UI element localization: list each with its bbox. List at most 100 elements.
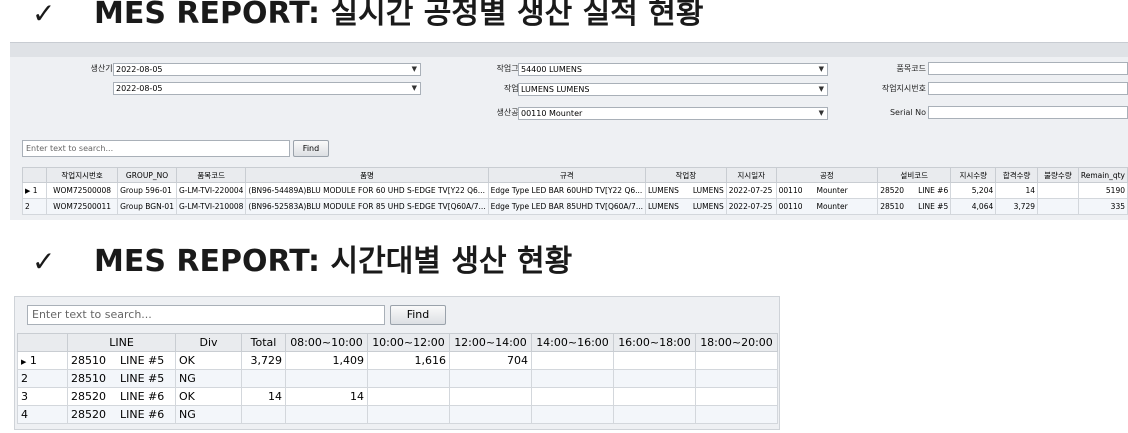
- cell-spec[interactable]: Edge Type LED BAR 85UHD TV[Q60A/7...: [487, 198, 646, 215]
- cell-remain-qty[interactable]: 5190: [1077, 182, 1128, 199]
- cell-order-qty[interactable]: 5,204: [950, 182, 997, 199]
- chevron-down-icon[interactable]: ▼: [819, 64, 824, 75]
- search-input[interactable]: Enter text to search...: [27, 305, 385, 325]
- column-header[interactable]: 품목코드: [175, 167, 247, 183]
- cell-1012[interactable]: [367, 387, 450, 406]
- cell-1416[interactable]: [531, 405, 614, 424]
- cell-div[interactable]: OK: [175, 351, 242, 370]
- cell-1618[interactable]: [613, 387, 696, 406]
- column-header[interactable]: 지시수량: [950, 167, 997, 183]
- cell-equipment[interactable]: 28510 LINE #5: [877, 198, 952, 215]
- cell-workplace[interactable]: LUMENS LUMENS: [644, 182, 727, 199]
- cell-process[interactable]: 00110 Mounter: [775, 182, 879, 199]
- cell-line[interactable]: 28520 LINE #6: [67, 405, 176, 424]
- cell-1820[interactable]: [695, 387, 778, 406]
- chevron-down-icon[interactable]: ▼: [819, 84, 824, 95]
- column-header[interactable]: 12:00~14:00: [449, 333, 532, 352]
- cell-remain-qty[interactable]: 335: [1077, 198, 1128, 215]
- cell-total[interactable]: [241, 369, 286, 388]
- cell-equipment[interactable]: 28520 LINE #6: [877, 182, 952, 199]
- cell-0810[interactable]: 1,409: [285, 351, 368, 370]
- column-header[interactable]: 설비코드: [877, 167, 952, 183]
- cell-0810[interactable]: 14: [285, 387, 368, 406]
- date-to-combo[interactable]: 2022-08-05 ▼: [113, 82, 421, 95]
- cell-line[interactable]: 28510 LINE #5: [67, 351, 176, 370]
- workorder-input[interactable]: [928, 82, 1128, 95]
- cell-1012[interactable]: [367, 405, 450, 424]
- column-header[interactable]: Remain_qty: [1077, 167, 1128, 183]
- table-row[interactable]: 2 WOM72500011 Group BGN-01 G-LM-TVI-2100…: [21, 198, 1128, 215]
- column-header[interactable]: 10:00~12:00: [367, 333, 450, 352]
- cell-1618[interactable]: [613, 405, 696, 424]
- cell-process[interactable]: 00110 Mounter: [775, 198, 879, 215]
- cell-ng-qty[interactable]: [1037, 182, 1079, 199]
- find-button[interactable]: Find: [390, 305, 446, 325]
- workplace-combo[interactable]: LUMENS LUMENS ▼: [518, 83, 828, 96]
- cell-1214[interactable]: 704: [449, 351, 532, 370]
- cell-workplace[interactable]: LUMENS LUMENS: [644, 198, 727, 215]
- column-header[interactable]: 불량수량: [1037, 167, 1079, 183]
- cell-div[interactable]: NG: [175, 369, 242, 388]
- cell-group[interactable]: Group BGN-01: [117, 198, 177, 215]
- column-header[interactable]: 품명: [245, 167, 489, 183]
- cell-1820[interactable]: [695, 351, 778, 370]
- search-input[interactable]: Enter text to search...: [22, 140, 290, 157]
- cell-total[interactable]: 3,729: [241, 351, 286, 370]
- chevron-down-icon[interactable]: ▼: [819, 108, 824, 119]
- cell-item-name[interactable]: (BN96-54489A)BLU MODULE FOR 60 UHD S-EDG…: [245, 182, 489, 199]
- cell-div[interactable]: OK: [175, 387, 242, 406]
- cell-0810[interactable]: [285, 369, 368, 388]
- cell-1618[interactable]: [613, 351, 696, 370]
- cell-date[interactable]: 2022-07-25: [725, 198, 777, 215]
- column-header[interactable]: 16:00~18:00: [613, 333, 696, 352]
- cell-1012[interactable]: 1,616: [367, 351, 450, 370]
- column-header[interactable]: 08:00~10:00: [285, 333, 368, 352]
- process-combo[interactable]: 00110 Mounter ▼: [518, 107, 828, 120]
- chevron-down-icon[interactable]: ▼: [412, 83, 417, 94]
- cell-1214[interactable]: [449, 405, 532, 424]
- cell-total[interactable]: 14: [241, 387, 286, 406]
- column-header[interactable]: GROUP_NO: [117, 167, 177, 183]
- cell-line[interactable]: 28520 LINE #6: [67, 387, 176, 406]
- cell-1416[interactable]: [531, 387, 614, 406]
- table-row[interactable]: 2 28510 LINE #5 NG: [17, 369, 778, 388]
- cell-ng-qty[interactable]: [1037, 198, 1079, 215]
- table-row[interactable]: 4 28520 LINE #6 NG: [17, 405, 778, 424]
- cell-date[interactable]: 2022-07-25: [725, 182, 777, 199]
- table-row[interactable]: ▶ 1 28510 LINE #5 OK 3,729 1,409 1,616 70…: [17, 351, 778, 370]
- column-header[interactable]: Total: [241, 333, 286, 352]
- column-header[interactable]: 합격수량: [995, 167, 1039, 183]
- cell-total[interactable]: [241, 405, 286, 424]
- cell-item-name[interactable]: (BN96-52583A)BLU MODULE FOR 85 UHD S-EDG…: [245, 198, 489, 215]
- find-button[interactable]: Find: [293, 140, 329, 157]
- cell-1416[interactable]: [531, 369, 614, 388]
- column-header[interactable]: 지시일자: [725, 167, 777, 183]
- cell-group[interactable]: Group 596-01: [117, 182, 177, 199]
- column-header[interactable]: 규격: [487, 167, 646, 183]
- column-header[interactable]: Div: [175, 333, 242, 352]
- itemcode-input[interactable]: [928, 62, 1128, 75]
- cell-line[interactable]: 28510 LINE #5: [67, 369, 176, 388]
- chevron-down-icon[interactable]: ▼: [412, 64, 417, 75]
- column-header[interactable]: 작업장: [644, 167, 727, 183]
- column-header[interactable]: [17, 333, 68, 352]
- cell-1012[interactable]: [367, 369, 450, 388]
- cell-spec[interactable]: Edge Type LED BAR 60UHD TV[Y22 Q6...: [487, 182, 646, 199]
- column-header[interactable]: 18:00~20:00: [695, 333, 778, 352]
- cell-order-qty[interactable]: 4,064: [950, 198, 997, 215]
- cell-item-code[interactable]: G-LM-TVI-210008: [175, 198, 247, 215]
- cell-1416[interactable]: [531, 351, 614, 370]
- cell-1820[interactable]: [695, 369, 778, 388]
- column-header[interactable]: [21, 167, 48, 183]
- cell-pass-qty[interactable]: 3,729: [995, 198, 1039, 215]
- table-row[interactable]: ▶ 1 WOM72500008 Group 596-01 G-LM-TVI-22…: [21, 182, 1128, 199]
- cell-1618[interactable]: [613, 369, 696, 388]
- column-header[interactable]: 14:00~16:00: [531, 333, 614, 352]
- cell-div[interactable]: NG: [175, 405, 242, 424]
- cell-1214[interactable]: [449, 369, 532, 388]
- cell-1214[interactable]: [449, 387, 532, 406]
- cell-workorder[interactable]: WOM72500011: [46, 198, 119, 215]
- table-row[interactable]: 3 28520 LINE #6 OK 14 14: [17, 387, 778, 406]
- cell-workorder[interactable]: WOM72500008: [46, 182, 119, 199]
- date-from-combo[interactable]: 2022-08-05 ▼: [113, 63, 421, 76]
